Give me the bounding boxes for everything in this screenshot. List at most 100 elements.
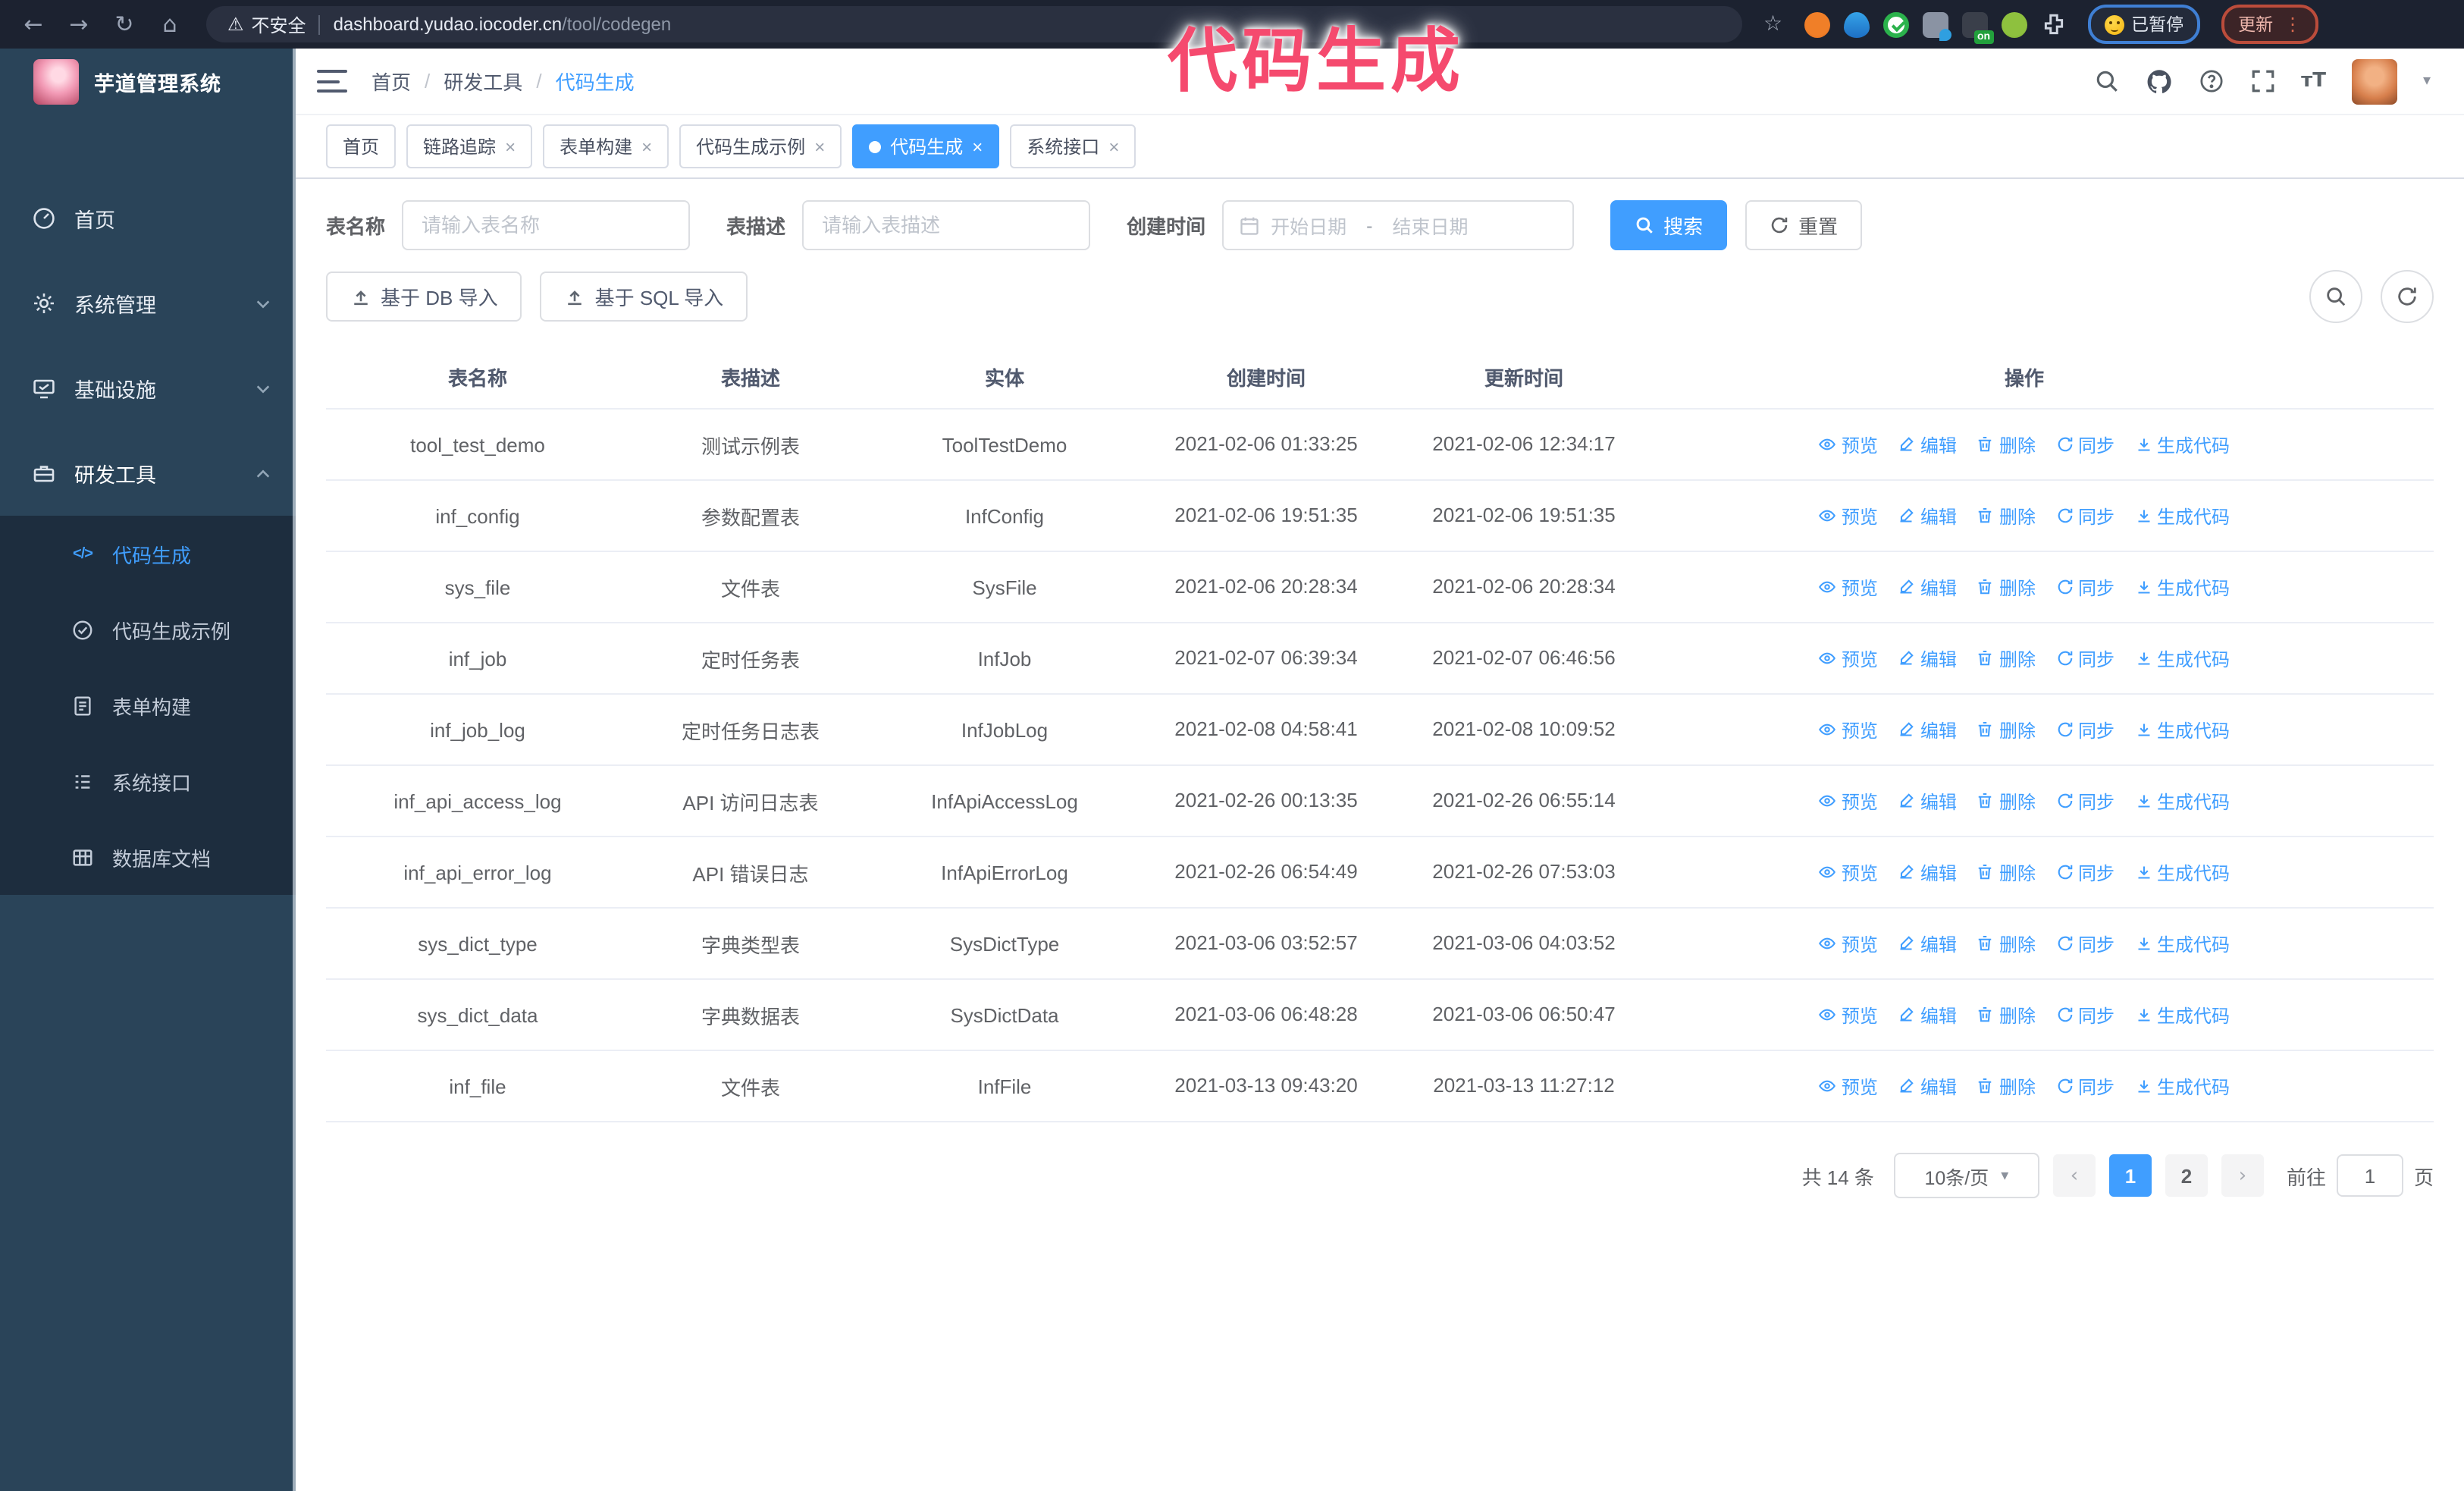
sync-link[interactable]: 同步 [2055,432,2114,457]
generate-code-link[interactable]: 生成代码 [2134,1002,2230,1028]
extension-icon-green-alien[interactable] [2001,11,2027,37]
delete-link[interactable]: 删除 [1977,717,2036,742]
extension-icon-green-check[interactable] [1882,11,1909,37]
sidebar-item-system[interactable]: 系统管理 [0,261,296,346]
edit-link[interactable]: 编辑 [1898,432,1957,457]
sync-link[interactable]: 同步 [2055,859,2114,885]
fullscreen-icon[interactable] [2249,68,2275,94]
close-icon[interactable]: × [641,136,652,157]
sidebar-item-home[interactable]: 首页 [0,176,296,261]
search-icon[interactable] [2093,68,2119,94]
generate-code-link[interactable]: 生成代码 [2134,432,2230,457]
extension-icon-dark[interactable]: on [1961,11,1994,43]
hamburger-icon[interactable] [317,70,347,93]
sync-link[interactable]: 同步 [2055,645,2114,671]
sidebar-item-devtools[interactable]: 研发工具 [0,431,296,516]
sync-link[interactable]: 同步 [2055,1073,2114,1099]
sync-link[interactable]: 同步 [2055,788,2114,814]
edit-link[interactable]: 编辑 [1898,788,1957,814]
edit-link[interactable]: 编辑 [1898,1002,1957,1028]
refresh-button[interactable] [2381,270,2434,323]
sidebar-item-form-builder[interactable]: 表单构建 [0,667,296,743]
chrome-update-button[interactable]: 更新 ⋮ [2221,5,2319,44]
address-bar[interactable]: ⚠ 不安全 dashboard.yudao.iocoder.cn/tool/co… [206,6,1742,42]
prev-page-button[interactable]: ‹ [2052,1154,2096,1197]
close-icon[interactable]: × [972,136,983,157]
tab-codegen[interactable]: 代码生成 × [852,124,1000,168]
sync-link[interactable]: 同步 [2055,574,2114,600]
edit-link[interactable]: 编辑 [1898,503,1957,529]
edit-link[interactable]: 编辑 [1898,645,1957,671]
font-size-icon[interactable]: тT [2301,70,2326,93]
breadcrumb-home[interactable]: 首页 [371,67,411,96]
edit-link[interactable]: 编辑 [1898,931,1957,956]
generate-code-link[interactable]: 生成代码 [2134,717,2230,742]
reset-button[interactable]: 重置 [1745,200,1863,250]
generate-code-link[interactable]: 生成代码 [2134,859,2230,885]
preview-link[interactable]: 预览 [1819,931,1878,956]
sidebar-item-db-doc[interactable]: 数据库文档 [0,819,296,895]
close-icon[interactable]: × [505,136,516,157]
goto-page-input[interactable] [2336,1154,2403,1197]
delete-link[interactable]: 删除 [1977,574,2036,600]
extension-icon-grid[interactable] [1922,11,1951,40]
preview-link[interactable]: 预览 [1819,717,1878,742]
import-sql-button[interactable]: 基于 SQL 导入 [540,272,748,322]
edit-link[interactable]: 编辑 [1898,859,1957,885]
home-icon[interactable]: ⌂ [152,6,188,42]
edit-link[interactable]: 编辑 [1898,717,1957,742]
sync-link[interactable]: 同步 [2055,717,2114,742]
delete-link[interactable]: 删除 [1977,432,2036,457]
close-icon[interactable]: × [814,136,825,157]
delete-link[interactable]: 删除 [1977,1002,2036,1028]
puzzle-extensions-icon[interactable] [2040,11,2066,37]
delete-link[interactable]: 删除 [1977,645,2036,671]
avatar[interactable] [2351,58,2397,104]
tab-form-builder[interactable]: 表单构建 × [543,124,669,168]
page-size-select[interactable]: 10条/页 ▾ [1893,1153,2039,1198]
delete-link[interactable]: 删除 [1977,859,2036,885]
sidebar-item-system-api[interactable]: 系统接口 [0,743,296,819]
next-page-button[interactable]: › [2221,1154,2264,1197]
table-name-input[interactable] [402,200,691,250]
reload-icon[interactable]: ↻ [106,6,143,42]
preview-link[interactable]: 预览 [1819,432,1878,457]
tab-codegen-example[interactable]: 代码生成示例 × [679,124,842,168]
generate-code-link[interactable]: 生成代码 [2134,931,2230,956]
delete-link[interactable]: 删除 [1977,788,2036,814]
close-icon[interactable]: × [1108,136,1119,157]
generate-code-link[interactable]: 生成代码 [2134,503,2230,529]
preview-link[interactable]: 预览 [1819,1002,1878,1028]
app-logo-row[interactable]: 芋道管理系统 [0,49,296,115]
preview-link[interactable]: 预览 [1819,645,1878,671]
table-desc-input[interactable] [802,200,1091,250]
forward-icon[interactable]: → [61,6,97,42]
search-button[interactable]: 搜索 [1610,200,1728,250]
avatar-caret-icon[interactable]: ▾ [2423,73,2431,89]
show-search-button[interactable] [2309,270,2362,323]
preview-link[interactable]: 预览 [1819,859,1878,885]
sidebar-item-codegen[interactable]: </> 代码生成 [0,516,296,592]
extension-icon-orange[interactable] [1804,11,1830,37]
sync-link[interactable]: 同步 [2055,503,2114,529]
preview-link[interactable]: 预览 [1819,503,1878,529]
edit-link[interactable]: 编辑 [1898,574,1957,600]
github-icon[interactable] [2145,67,2172,95]
tab-system-api[interactable]: 系统接口 × [1010,124,1136,168]
date-range-picker[interactable]: 开始日期 - 结束日期 [1222,200,1575,250]
preview-link[interactable]: 预览 [1819,574,1878,600]
import-db-button[interactable]: 基于 DB 导入 [326,272,522,322]
tab-trace[interactable]: 链路追踪 × [406,124,533,168]
generate-code-link[interactable]: 生成代码 [2134,645,2230,671]
bookmark-star-icon[interactable]: ☆ [1763,12,1782,36]
generate-code-link[interactable]: 生成代码 [2134,788,2230,814]
page-button-2[interactable]: 2 [2165,1154,2208,1197]
generate-code-link[interactable]: 生成代码 [2134,574,2230,600]
edit-link[interactable]: 编辑 [1898,1073,1957,1099]
profile-paused-button[interactable]: 已暂停 [2087,5,2201,44]
preview-link[interactable]: 预览 [1819,788,1878,814]
delete-link[interactable]: 删除 [1977,931,2036,956]
back-icon[interactable]: ← [15,6,52,42]
generate-code-link[interactable]: 生成代码 [2134,1073,2230,1099]
preview-link[interactable]: 预览 [1819,1073,1878,1099]
